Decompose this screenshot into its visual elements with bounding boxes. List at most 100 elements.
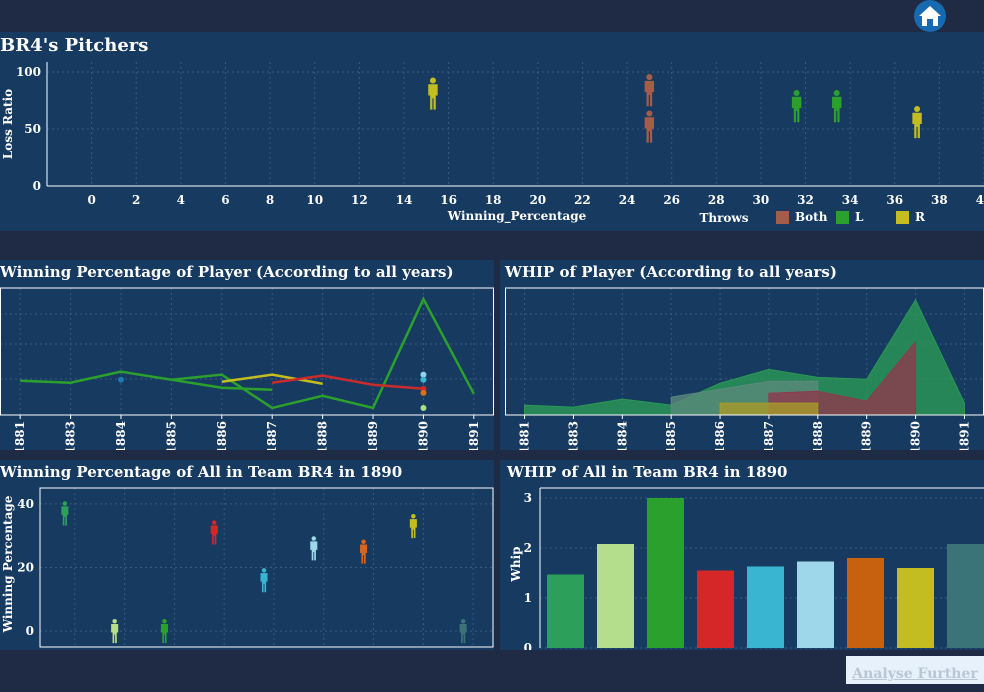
legend-swatch <box>776 211 789 224</box>
x-tick-label: 1891 <box>957 421 971 450</box>
y-tick-label: 1 <box>524 591 532 605</box>
x-tick-label: 1881 <box>518 421 532 450</box>
bar <box>597 544 634 648</box>
bar <box>847 558 884 648</box>
y-tick-label: 20 <box>17 561 34 575</box>
y-tick-label: 40 <box>17 497 34 511</box>
x-tick-label: 1890 <box>416 421 430 450</box>
y-tick-label: 0 <box>26 624 34 638</box>
person-mark <box>111 618 119 644</box>
x-tick-label: 26 <box>663 193 680 207</box>
legend-label: R <box>915 210 926 224</box>
whip-area-panel-title: WHIP of Player (According to all years) <box>505 263 837 281</box>
bar <box>697 570 734 648</box>
person-mark <box>644 74 655 107</box>
x-tick-label: 10 <box>306 193 323 207</box>
y-tick-label: 0 <box>33 179 41 193</box>
bar <box>797 561 834 648</box>
person-mark <box>409 514 417 539</box>
legend-title: Throws <box>699 211 748 225</box>
x-tick-label: 14 <box>396 193 413 207</box>
area-series <box>719 402 819 416</box>
y-tick-label: 3 <box>524 491 532 505</box>
line-panel-title: Winning Percentage of Player (According … <box>0 263 454 281</box>
x-tick-label: 1884 <box>114 421 128 450</box>
person-mark <box>644 110 655 143</box>
home-icon <box>919 6 941 26</box>
bar <box>947 544 984 648</box>
y-tick-label: 100 <box>16 65 41 79</box>
x-tick-label: 34 <box>842 193 859 207</box>
team-winning-scatter-chart: 0 20 40Winning Percentage <box>1 487 494 648</box>
x-tick-label: 1889 <box>860 421 874 450</box>
person-mark <box>260 568 268 593</box>
data-point <box>117 376 124 383</box>
x-tick-label: 1887 <box>265 421 279 450</box>
x-tick-label: 8 <box>266 193 274 207</box>
x-tick-label: 6 <box>221 193 229 207</box>
person-mark <box>428 77 438 110</box>
pitchers-scatter-chart: 0246810121416182022242628303234363840050… <box>1 62 984 225</box>
x-tick-label: 24 <box>619 193 636 207</box>
x-tick-label: 1886 <box>215 421 229 450</box>
y-axis-label: Loss Ratio <box>1 89 15 159</box>
x-tick-label: 1885 <box>664 421 678 450</box>
person-mark <box>61 501 69 526</box>
bar <box>547 574 584 648</box>
x-tick-label: 2 <box>132 193 140 207</box>
x-tick-label: 1884 <box>615 421 629 450</box>
x-tick-label: 1888 <box>316 421 330 450</box>
x-tick-label: 28 <box>708 193 725 207</box>
y-axis-label: Whip <box>509 546 523 582</box>
x-axis-label: Winning_Percentage <box>447 209 587 224</box>
x-tick-label: 36 <box>886 193 903 207</box>
whip-area-chart: 1881 1883 1884 1885 1886 1887 1888 1889 1890 1891 <box>505 287 984 450</box>
data-point <box>420 389 427 396</box>
team-scatter-panel-title: Winning Percentage of All in Team BR4 in… <box>0 463 403 481</box>
x-tick-label: 32 <box>797 193 814 207</box>
x-tick-label: 1888 <box>811 421 825 450</box>
bar <box>747 566 784 648</box>
team-whip-bar-chart: 0 1 2 3 Whip <box>509 487 984 650</box>
top-panel-title: BR4's Pitchers <box>0 35 149 56</box>
legend-label: L <box>855 210 864 224</box>
home-button[interactable] <box>914 0 946 32</box>
x-tick-label: 1883 <box>566 421 580 450</box>
bar <box>897 568 934 648</box>
team-bar-panel-title: WHIP of All in Team BR4 in 1890 <box>507 463 788 481</box>
y-tick-label: 50 <box>24 122 41 136</box>
person-mark <box>912 105 922 139</box>
y-tick-label: 0 <box>524 641 532 650</box>
x-tick-label: 40 <box>976 193 984 207</box>
legend-swatch <box>896 211 909 224</box>
x-tick-label: 4 <box>177 193 185 207</box>
person-mark <box>459 618 467 644</box>
bar <box>647 498 684 648</box>
data-point <box>420 376 427 383</box>
x-tick-label: 22 <box>574 193 591 207</box>
legend-label: Both <box>795 210 828 224</box>
person-mark <box>310 536 318 561</box>
x-tick-label: 1891 <box>467 421 481 450</box>
x-tick-label: 16 <box>440 193 457 207</box>
x-tick-label: 20 <box>529 193 546 207</box>
person-mark <box>160 618 168 644</box>
legend-swatch <box>836 211 849 224</box>
x-tick-label: 0 <box>87 193 95 207</box>
x-tick-label: 1881 <box>13 421 27 450</box>
person-mark <box>791 90 802 123</box>
x-tick-label: 1885 <box>164 421 178 450</box>
person-mark <box>210 520 218 545</box>
data-point <box>420 404 427 411</box>
person-mark <box>360 539 368 564</box>
x-tick-label: 1887 <box>762 421 776 450</box>
y-axis-label: Winning Percentage <box>1 495 15 633</box>
analyse-further-button[interactable]: Analyse Further <box>846 656 984 684</box>
winning-percentage-line-chart: 1881 1883 1884 1885 1886 1887 1888 1889 1890 1891 <box>0 287 494 450</box>
series-line <box>20 296 475 410</box>
x-tick-label: 1890 <box>909 421 923 450</box>
x-tick-label: 1889 <box>366 421 380 450</box>
x-tick-label: 38 <box>931 193 948 207</box>
x-tick-label: 1886 <box>713 421 727 450</box>
x-tick-label: 1883 <box>64 421 78 450</box>
